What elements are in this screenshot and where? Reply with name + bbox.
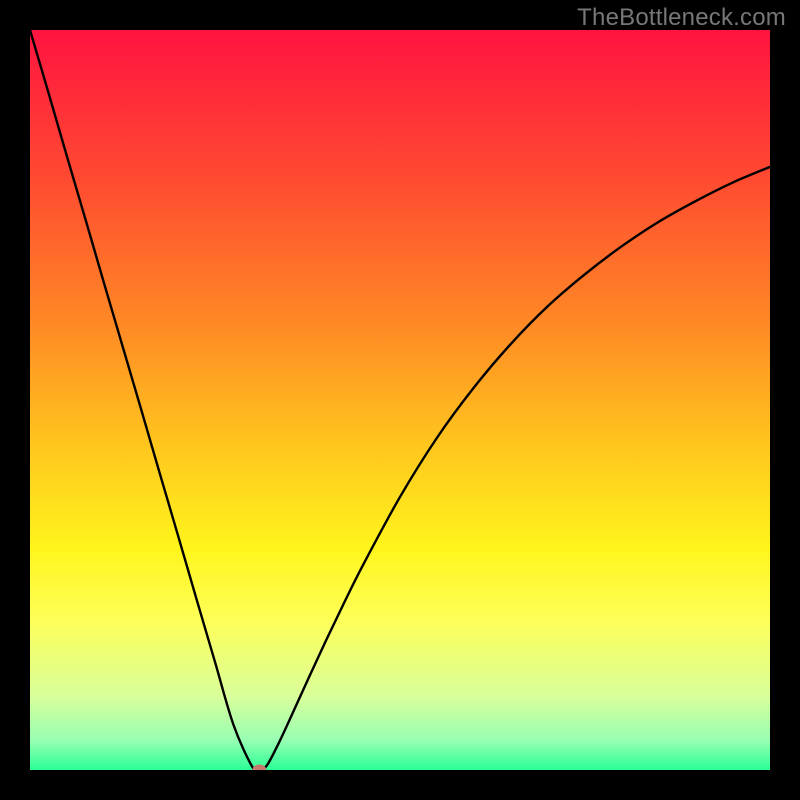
chart-frame: TheBottleneck.com bbox=[0, 0, 800, 800]
watermark-text: TheBottleneck.com bbox=[577, 4, 786, 32]
bottleneck-curve bbox=[30, 30, 770, 770]
chart-curve-layer bbox=[30, 30, 770, 770]
optimum-marker bbox=[252, 765, 266, 771]
